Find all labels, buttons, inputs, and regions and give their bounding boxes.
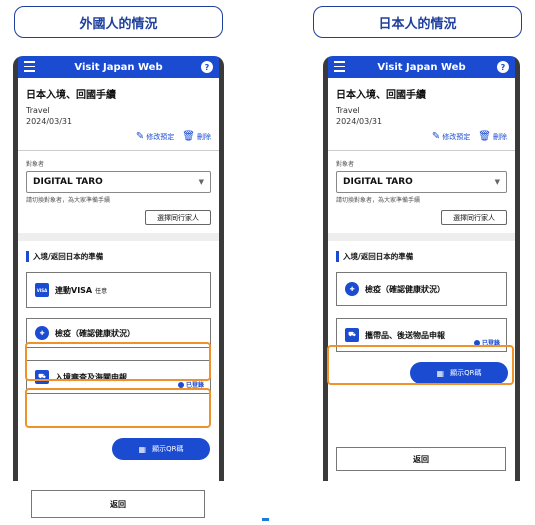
trash-icon: 🗑	[478, 131, 491, 142]
quarantine-label: 檢疫（確認健康狀況）	[365, 284, 445, 294]
quarantine-icon: ✚	[345, 282, 359, 296]
target-label: 對象者	[336, 161, 355, 168]
trip-purpose: Travel	[26, 106, 50, 115]
edit-plan-button[interactable]: ✎ 修改預定	[136, 131, 174, 142]
target-value: DIGITAL TARO	[33, 177, 103, 187]
label-foreign: 外國人的情況	[14, 6, 223, 38]
highlight-baggage	[327, 345, 514, 385]
visa-label: 連動VISA	[55, 285, 93, 295]
registered-dot-icon	[177, 381, 184, 388]
target-value: DIGITAL TARO	[343, 177, 413, 187]
delete-label: 刪除	[197, 133, 211, 141]
edit-pencil-icon: ✎	[431, 131, 441, 142]
edit-pencil-icon: ✎	[135, 131, 145, 142]
app-title: Visit Japan Web	[74, 61, 163, 73]
phone-japanese: Visit Japan Web ? 日本入境、回國手續 Travel 2024/…	[323, 56, 520, 481]
target-hint: 請切換對象者，為大家準備手續	[26, 197, 111, 204]
qr-label: 顯示QR碼	[152, 445, 184, 453]
trash-icon: 🗑	[182, 131, 195, 142]
procedure-title: 日本入境、回國手續	[336, 90, 426, 101]
help-icon[interactable]: ?	[201, 61, 213, 73]
trip-date: 2024/03/31	[336, 117, 383, 126]
section-heading: 入境/返回日本的準備	[26, 251, 211, 262]
quarantine-icon: ✚	[35, 326, 49, 340]
edit-plan-button[interactable]: ✎ 修改預定	[432, 131, 470, 142]
trip-purpose: Travel	[336, 106, 360, 115]
procedure-title: 日本入境、回國手續	[26, 90, 116, 101]
quarantine-card[interactable]: ✚ 檢疫（確認健康狀況）	[336, 272, 507, 306]
visa-card[interactable]: VISA 連動VISA 任意	[26, 272, 211, 308]
select-companion-button[interactable]: 選擇同行家人	[441, 210, 507, 225]
help-icon[interactable]: ?	[497, 61, 509, 73]
highlight-quarantine	[25, 342, 211, 381]
app-bar: Visit Japan Web ?	[328, 56, 515, 78]
select-companion-button[interactable]: 選擇同行家人	[145, 210, 211, 225]
baggage-icon: ⛟	[345, 328, 359, 342]
label-japanese: 日本人的情況	[313, 6, 522, 38]
section-heading: 入境/返回日本的準備	[336, 251, 507, 262]
target-label: 對象者	[26, 161, 45, 168]
back-button[interactable]: 返回	[336, 447, 506, 471]
edit-label: 修改預定	[442, 133, 471, 141]
menu-icon[interactable]	[24, 61, 35, 72]
quarantine-label: 檢疫（確認健康狀況）	[55, 328, 135, 338]
target-hint: 請切換對象者，為大家準備手續	[336, 197, 421, 204]
back-button[interactable]: 返回	[31, 490, 205, 518]
screen: Visit Japan Web ? 日本入境、回國手續 Travel 2024/…	[328, 56, 515, 481]
trip-date: 2024/03/31	[26, 117, 73, 126]
target-select[interactable]: DIGITAL TARO ▼	[336, 171, 507, 193]
visa-optional: 任意	[95, 287, 108, 295]
visa-icon: VISA	[35, 283, 49, 297]
delete-button[interactable]: 🗑 刪除	[182, 131, 211, 142]
app-bar: Visit Japan Web ?	[18, 56, 219, 78]
chevron-down-icon: ▼	[198, 178, 204, 186]
chevron-down-icon: ▼	[494, 178, 500, 186]
qr-code-icon: ▦	[138, 444, 147, 454]
delete-button[interactable]: 🗑 刪除	[478, 131, 507, 142]
delete-label: 刪除	[493, 133, 507, 141]
baggage-label: 攜帶品、後送物品申報	[365, 330, 445, 340]
app-title: Visit Japan Web	[377, 61, 466, 73]
target-select[interactable]: DIGITAL TARO ▼	[26, 171, 211, 193]
highlight-immigration	[25, 388, 211, 428]
menu-icon[interactable]	[334, 61, 345, 72]
scroll-indicator	[262, 518, 269, 521]
show-qr-button[interactable]: ▦ 顯示QR碼	[112, 438, 210, 460]
edit-label: 修改預定	[146, 133, 175, 141]
